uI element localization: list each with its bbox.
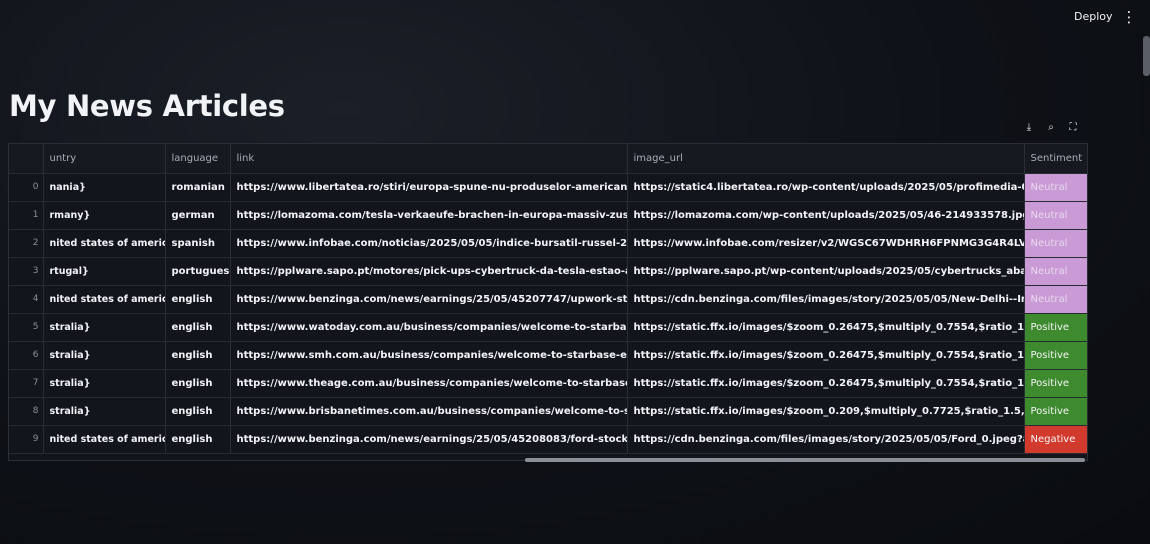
table-row[interactable]: 9nited states of america"}englishhttps:/… bbox=[9, 425, 1087, 454]
app-page: Deploy ⋮ My News Articles ⤓ ⌕ ⛶ untry la… bbox=[0, 0, 1150, 544]
cell-image-url[interactable]: https://cdn.benzinga.com/files/images/st… bbox=[627, 425, 1025, 454]
cell-country[interactable]: stralia} bbox=[43, 313, 166, 342]
cell-image-url[interactable]: https://static4.libertatea.ro/wp-content… bbox=[627, 173, 1025, 202]
table-row[interactable]: 8 stralia} english https://www.brisbanetime… bbox=[9, 397, 1087, 426]
table-row[interactable]: 0 nania} romanian https://www.libertatea.ro… bbox=[9, 173, 1087, 202]
cell-country[interactable]: nania} bbox=[43, 173, 166, 202]
cell-country[interactable]: nited states of america"} bbox=[43, 425, 166, 454]
cell-link[interactable]: https://www.infobae.com/noticias/2025/05… bbox=[230, 229, 628, 258]
news-dataframe[interactable]: untry language link image_url Sentiment … bbox=[8, 143, 1088, 461]
cell-country[interactable]: nited states of america"} bbox=[43, 285, 166, 314]
page-title: My News Articles bbox=[9, 89, 285, 123]
dataframe-toolbar: ⤓ ⌕ ⛶ bbox=[1022, 120, 1080, 138]
cell-language[interactable]: portuguese bbox=[165, 257, 231, 286]
cell-country[interactable]: rtugal} bbox=[43, 257, 166, 286]
cell-link[interactable]: https://www.watoday.com.au/business/comp… bbox=[230, 313, 628, 342]
index-header bbox=[9, 144, 44, 174]
row-index[interactable]: 9 bbox=[9, 425, 44, 454]
cell-sentiment[interactable]: Neutral bbox=[1024, 173, 1087, 202]
deploy-button[interactable]: Deploy bbox=[1066, 6, 1121, 28]
table-row[interactable]: 7 stralia} english https://www.theage.com.a… bbox=[9, 369, 1087, 398]
table-row[interactable]: 4nited states of america"}englishhttps:/… bbox=[9, 285, 1087, 314]
cell-image-url[interactable]: https://static.ffx.io/images/$zoom_0.209… bbox=[627, 397, 1025, 426]
cell-link[interactable]: https://www.benzinga.com/news/earnings/2… bbox=[230, 425, 628, 454]
cell-image-url[interactable]: https://static.ffx.io/images/$zoom_0.264… bbox=[627, 313, 1025, 342]
table-row[interactable]: 3 rtugal} portuguese https://pplware.sapo.p… bbox=[9, 257, 1087, 286]
cell-language[interactable]: english bbox=[165, 285, 231, 314]
cell-country[interactable]: rmany} bbox=[43, 201, 166, 230]
cell-sentiment[interactable]: Neutral bbox=[1024, 257, 1087, 286]
cell-link[interactable]: https://www.brisbanetimes.com.au/busines… bbox=[230, 397, 628, 426]
cell-link[interactable]: https://www.theage.com.au/business/compa… bbox=[230, 369, 628, 398]
table-horizontal-scrollbar[interactable] bbox=[525, 458, 1085, 462]
cell-language[interactable]: english bbox=[165, 341, 231, 370]
top-bar: Deploy ⋮ bbox=[0, 0, 1150, 34]
row-index[interactable]: 1 bbox=[9, 201, 44, 230]
column-header-language[interactable]: language bbox=[165, 144, 231, 174]
table-header-row: untry language link image_url Sentiment bbox=[9, 144, 1087, 174]
cell-sentiment[interactable]: Positive bbox=[1024, 341, 1087, 370]
cell-image-url[interactable]: https://lomazoma.com/wp-content/uploads/… bbox=[627, 201, 1025, 230]
cell-sentiment[interactable]: Positive bbox=[1024, 313, 1087, 342]
cell-country[interactable]: stralia} bbox=[43, 397, 166, 426]
cell-language[interactable]: english bbox=[165, 313, 231, 342]
news-table: untry language link image_url Sentiment … bbox=[9, 144, 1087, 454]
cell-sentiment[interactable]: Neutral bbox=[1024, 201, 1087, 230]
cell-country[interactable]: stralia} bbox=[43, 369, 166, 398]
cell-link[interactable]: https://www.benzinga.com/news/earnings/2… bbox=[230, 285, 628, 314]
cell-sentiment[interactable]: Neutral bbox=[1024, 229, 1087, 258]
cell-image-url[interactable]: https://static.ffx.io/images/$zoom_0.264… bbox=[627, 369, 1025, 398]
more-vert-icon[interactable]: ⋮ bbox=[1120, 6, 1138, 28]
cell-image-url[interactable]: https://pplware.sapo.pt/wp-content/uploa… bbox=[627, 257, 1025, 286]
cell-language[interactable]: romanian bbox=[165, 173, 231, 202]
cell-language[interactable]: english bbox=[165, 397, 231, 426]
row-index[interactable]: 3 bbox=[9, 257, 44, 286]
page-scrollbar[interactable] bbox=[1143, 36, 1150, 76]
fullscreen-icon[interactable]: ⛶ bbox=[1066, 120, 1080, 136]
cell-sentiment[interactable]: Negative bbox=[1024, 425, 1087, 454]
table-row[interactable]: 5 stralia} english https://www.watoday.com.… bbox=[9, 313, 1087, 342]
cell-country[interactable]: stralia} bbox=[43, 341, 166, 370]
row-index[interactable]: 5 bbox=[9, 313, 44, 342]
table-row[interactable]: 6 stralia} english https://www.smh.com.au/b… bbox=[9, 341, 1087, 370]
cell-language[interactable]: english bbox=[165, 369, 231, 398]
row-index[interactable]: 4 bbox=[9, 285, 44, 314]
row-index[interactable]: 6 bbox=[9, 341, 44, 370]
cell-link[interactable]: https://pplware.sapo.pt/motores/pick-ups… bbox=[230, 257, 628, 286]
cell-sentiment[interactable]: Neutral bbox=[1024, 285, 1087, 314]
cell-language[interactable]: english bbox=[165, 425, 231, 454]
cell-image-url[interactable]: https://cdn.benzinga.com/files/images/st… bbox=[627, 285, 1025, 314]
column-header-link[interactable]: link bbox=[230, 144, 628, 174]
row-index[interactable]: 8 bbox=[9, 397, 44, 426]
row-index[interactable]: 7 bbox=[9, 369, 44, 398]
row-index[interactable]: 2 bbox=[9, 229, 44, 258]
column-header-country[interactable]: untry bbox=[43, 144, 166, 174]
cell-sentiment[interactable]: Positive bbox=[1024, 369, 1087, 398]
cell-image-url[interactable]: https://static.ffx.io/images/$zoom_0.264… bbox=[627, 341, 1025, 370]
table-row[interactable]: 1 rmany} german https://lomazoma.com/tesla-… bbox=[9, 201, 1087, 230]
cell-image-url[interactable]: https://www.infobae.com/resizer/v2/WGSC6… bbox=[627, 229, 1025, 258]
cell-link[interactable]: https://www.libertatea.ro/stiri/europa-s… bbox=[230, 173, 628, 202]
download-icon[interactable]: ⤓ bbox=[1022, 120, 1036, 136]
cell-language[interactable]: spanish bbox=[165, 229, 231, 258]
cell-language[interactable]: german bbox=[165, 201, 231, 230]
table-row[interactable]: 2nited states of america",ccspanishhttps… bbox=[9, 229, 1087, 258]
search-icon[interactable]: ⌕ bbox=[1044, 120, 1058, 136]
column-header-sentiment[interactable]: Sentiment bbox=[1024, 144, 1087, 174]
cell-sentiment[interactable]: Positive bbox=[1024, 397, 1087, 426]
cell-link[interactable]: https://lomazoma.com/tesla-verkaeufe-bra… bbox=[230, 201, 628, 230]
cell-link[interactable]: https://www.smh.com.au/business/companie… bbox=[230, 341, 628, 370]
row-index[interactable]: 0 bbox=[9, 173, 44, 202]
cell-country[interactable]: nited states of america",cc bbox=[43, 229, 166, 258]
column-header-image-url[interactable]: image_url bbox=[627, 144, 1025, 174]
